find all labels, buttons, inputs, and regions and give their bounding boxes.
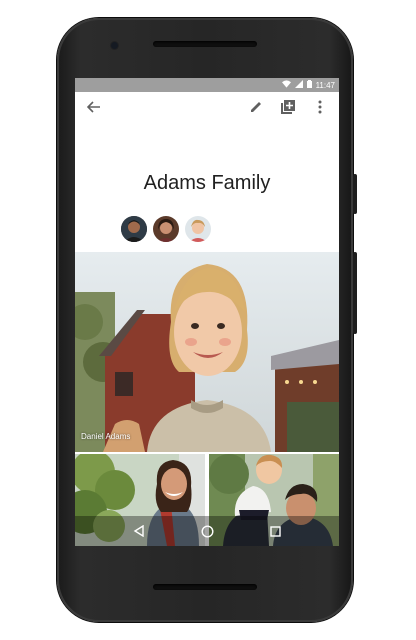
- add-photo-icon[interactable]: [279, 100, 297, 118]
- photo-caption: Daniel Adams: [81, 432, 131, 441]
- shared-with-avatars: [121, 216, 211, 242]
- avatar-child[interactable]: [185, 216, 211, 242]
- more-vert-icon[interactable]: [311, 100, 329, 118]
- album-title: Adams Family: [143, 172, 271, 194]
- front-camera: [111, 42, 118, 49]
- home-circle-icon[interactable]: [198, 522, 216, 540]
- phone-screen: 11:47 Adams Family Daniel Adams: [75, 78, 339, 546]
- avatar-man[interactable]: [121, 216, 147, 242]
- signal-icon: [294, 80, 303, 90]
- app-bar: [75, 92, 339, 128]
- status-time: 11:47: [315, 80, 335, 90]
- system-nav-bar: [75, 516, 339, 546]
- battery-icon: [306, 80, 312, 90]
- volume-button: [353, 252, 357, 334]
- top-speaker: [153, 41, 257, 47]
- recents-square-icon[interactable]: [266, 522, 284, 540]
- edit-pencil-icon[interactable]: [247, 100, 265, 118]
- bottom-speaker: [153, 584, 257, 590]
- hero-photo[interactable]: [75, 252, 339, 452]
- avatar-woman[interactable]: [153, 216, 179, 242]
- back-arrow-icon[interactable]: [85, 100, 103, 118]
- back-triangle-icon[interactable]: [130, 522, 148, 540]
- power-button: [353, 174, 357, 214]
- wifi-icon: [281, 80, 291, 90]
- status-bar: 11:47: [75, 78, 339, 92]
